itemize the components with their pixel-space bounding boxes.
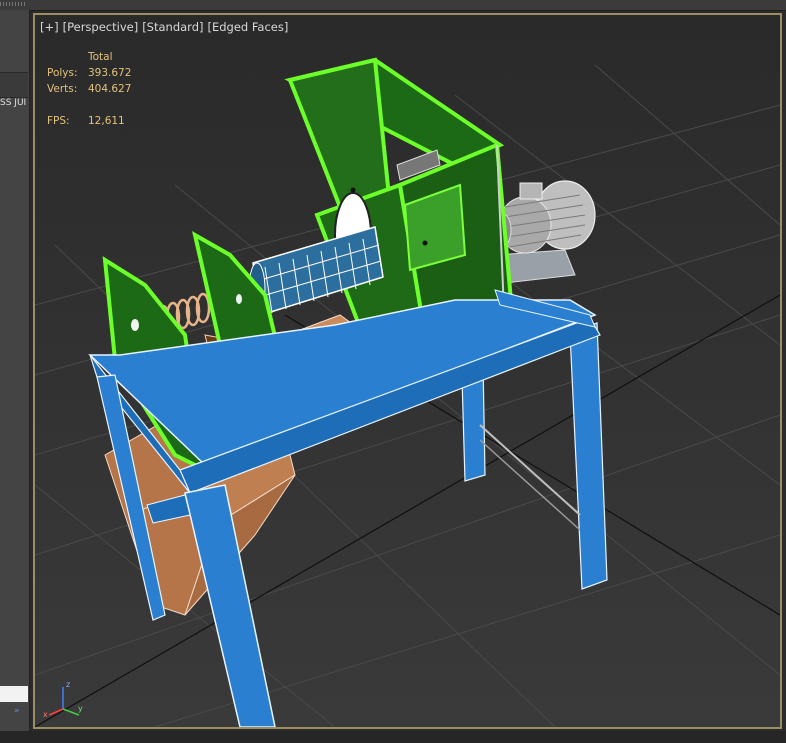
gizmo-x-label: x bbox=[43, 710, 48, 719]
top-toolbar-strip bbox=[0, 0, 786, 11]
stats-fps-label: FPS: bbox=[47, 115, 70, 127]
stats-polys-label: Polys: bbox=[47, 67, 78, 79]
left-panel-tab[interactable] bbox=[0, 72, 28, 98]
chevron-right-icon[interactable]: » bbox=[14, 706, 20, 716]
axis-gizmo-icon: z x y bbox=[43, 680, 83, 719]
perspective-viewport[interactable]: [+] [Perspective] [Standard] [Edged Face… bbox=[33, 13, 782, 729]
viewport-menu-display[interactable]: [Edged Faces] bbox=[207, 20, 288, 34]
viewport-menu-plus[interactable]: [+] bbox=[40, 20, 59, 34]
stats-polys-value: 393.672 bbox=[88, 67, 132, 79]
stats-verts-value: 404.627 bbox=[88, 83, 132, 95]
gizmo-z-label: z bbox=[66, 680, 70, 689]
viewport-scene[interactable] bbox=[35, 15, 780, 727]
bottom-status-strip bbox=[0, 731, 786, 743]
left-panel-input[interactable] bbox=[0, 686, 28, 702]
gizmo-y-label: y bbox=[78, 704, 83, 713]
viewport-label-menu[interactable]: [+] [Perspective] [Standard] [Edged Face… bbox=[40, 20, 288, 34]
stats-fps-value: 12,611 bbox=[88, 115, 125, 127]
left-panel-label: SS JUI bbox=[0, 98, 27, 108]
app-window: SS JUI » [+] [Perspective] [Standard] [E… bbox=[0, 0, 786, 743]
stats-total-header: Total bbox=[88, 51, 113, 63]
viewport-menu-shading[interactable]: [Standard] bbox=[142, 20, 203, 34]
toolbar-grip[interactable] bbox=[0, 2, 26, 6]
stats-verts-label: Verts: bbox=[47, 83, 78, 95]
left-command-panel: SS JUI » bbox=[0, 10, 30, 743]
viewport-menu-view[interactable]: [Perspective] bbox=[63, 20, 139, 34]
